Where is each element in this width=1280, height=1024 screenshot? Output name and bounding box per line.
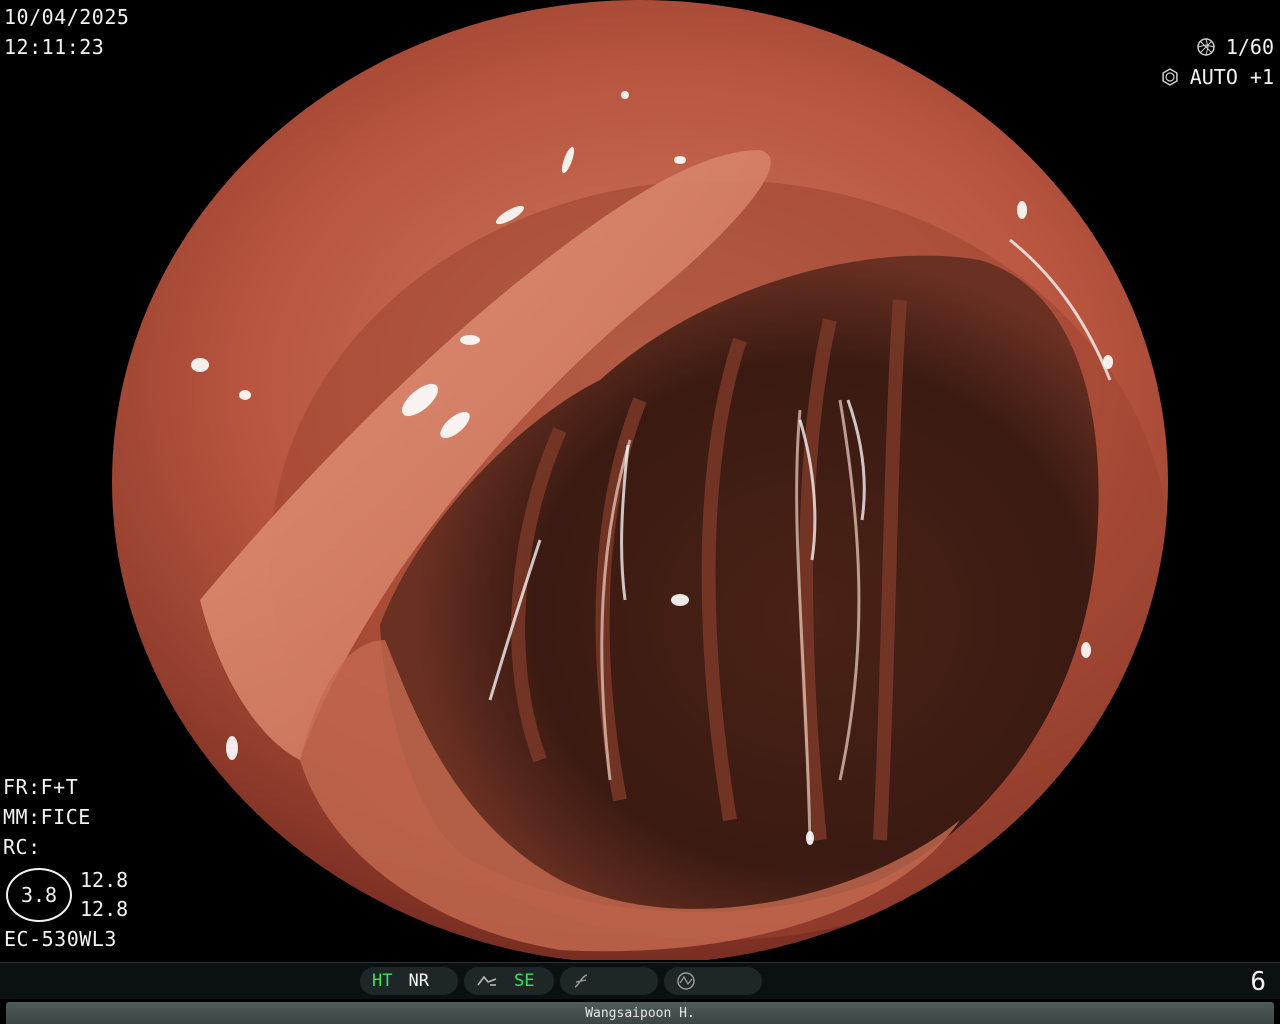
edge-enhance-icon bbox=[477, 975, 497, 986]
scope-model: EC-530WL3 bbox=[4, 927, 117, 951]
datetime-overlay: 10/04/2025 12:11:23 bbox=[4, 2, 129, 62]
status-bar: HT NR SE 6 bbox=[0, 962, 1280, 999]
waveform-icon bbox=[677, 972, 695, 990]
fr-readout: FR:F+T bbox=[3, 775, 79, 799]
iris-readout: AUTO +1 bbox=[1189, 65, 1274, 89]
exposure-overlay: 1/60 AUTO +1 bbox=[1160, 32, 1274, 92]
shutter-icon bbox=[1197, 38, 1215, 56]
ratio-top: 12.8 bbox=[80, 868, 129, 892]
operator-bar: Wangsaipoon H. bbox=[6, 1002, 1274, 1024]
mm-readout: MM:FICE bbox=[3, 805, 91, 829]
ratio-badge: 3.8 bbox=[6, 868, 72, 922]
endoscopic-image bbox=[112, 0, 1168, 960]
wave-pill bbox=[664, 967, 762, 995]
curve-pill bbox=[560, 967, 658, 995]
se-pill: SE bbox=[464, 967, 554, 995]
ht-nr-pill: HT NR bbox=[360, 967, 458, 995]
nr-indicator: NR bbox=[408, 971, 429, 991]
shutter-readout: 1/60 bbox=[1225, 35, 1274, 59]
settings-overlay: FR:F+T MM:FICE RC: bbox=[3, 772, 91, 862]
rc-readout: RC: bbox=[3, 835, 41, 859]
ratio-main: 3.8 bbox=[20, 883, 58, 907]
time-readout: 12:11:23 bbox=[4, 35, 105, 59]
ratio-values: 12.8 12.8 bbox=[80, 866, 128, 924]
tone-curve-icon bbox=[574, 974, 588, 988]
ratio-bottom: 12.8 bbox=[80, 897, 129, 921]
se-indicator: SE bbox=[514, 971, 535, 991]
operator-name: Wangsaipoon H. bbox=[585, 1005, 695, 1021]
ht-indicator: HT bbox=[372, 971, 393, 991]
ratio-overlay: 3.8 12.8 12.8 bbox=[6, 866, 128, 924]
endoscope-viewport bbox=[0, 0, 1280, 960]
date-readout: 10/04/2025 bbox=[4, 5, 130, 29]
frame-number: 6 bbox=[1250, 967, 1266, 997]
iris-icon bbox=[1162, 68, 1178, 86]
